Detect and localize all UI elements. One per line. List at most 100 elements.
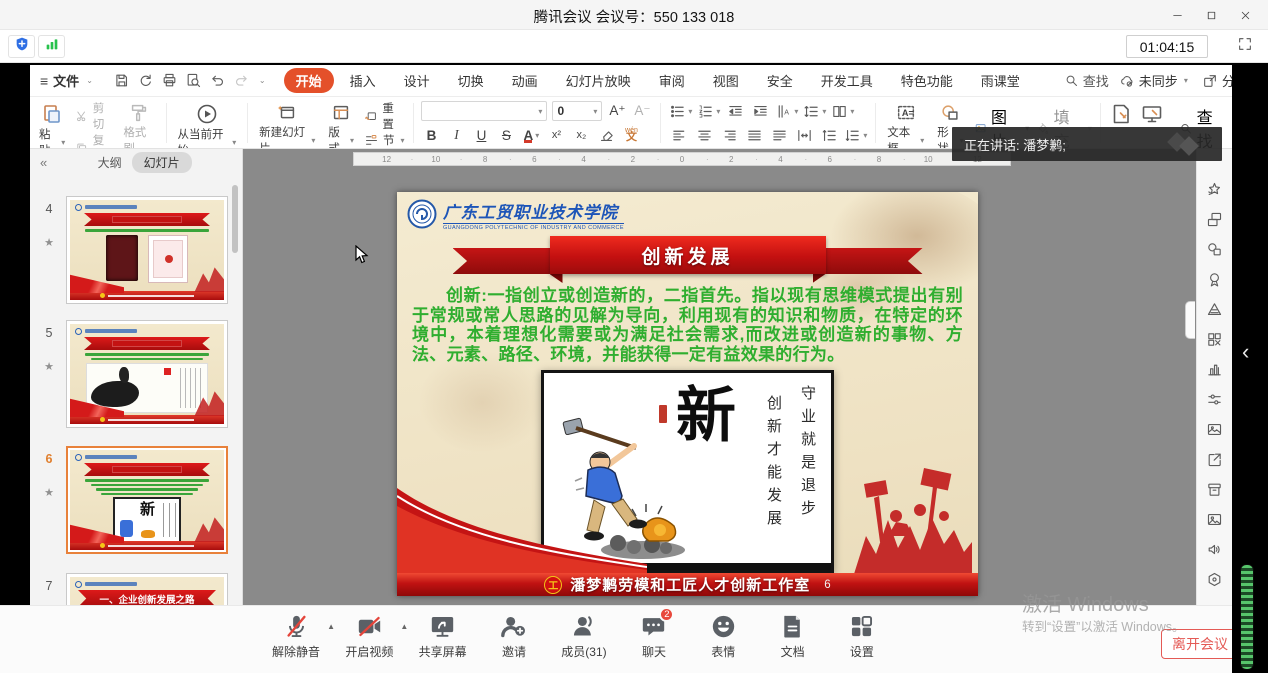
plugin-icon[interactable] xyxy=(1206,571,1223,588)
text-direction-button[interactable]: A▾ xyxy=(775,101,798,121)
char-spacing-button[interactable] xyxy=(794,125,814,145)
space-before-button[interactable] xyxy=(819,125,839,145)
font-name-select[interactable]: ▾ xyxy=(421,101,547,121)
options-expander-icon[interactable]: ▲ xyxy=(327,622,335,631)
cloud-sync-button[interactable]: 未同步▾ xyxy=(1119,71,1188,90)
slide-thumbnail-4[interactable] xyxy=(66,196,228,304)
slide-thumbnail-7[interactable]: 一、企业创新发展之路 xyxy=(66,573,228,605)
close-button[interactable] xyxy=(1228,0,1262,30)
decrease-font-button[interactable]: A⁻ xyxy=(632,101,652,121)
print-icon[interactable] xyxy=(161,72,178,89)
italic-button[interactable]: I xyxy=(446,125,466,145)
tab-特色功能[interactable]: 特色功能 xyxy=(889,68,965,93)
tab-动画[interactable]: 动画 xyxy=(500,68,550,93)
section-button[interactable]: 节▾ xyxy=(364,132,405,148)
tab-审阅[interactable]: 审阅 xyxy=(647,68,697,93)
undo-icon[interactable] xyxy=(209,72,226,89)
tab-安全[interactable]: 安全 xyxy=(755,68,805,93)
tab-切换[interactable]: 切换 xyxy=(446,68,496,93)
subscript-button[interactable]: x₂ xyxy=(571,125,591,145)
tab-开发工具[interactable]: 开发工具 xyxy=(809,68,885,93)
save-icon[interactable] xyxy=(113,72,130,89)
font-color-button[interactable]: A▾ xyxy=(521,125,541,145)
tab-插入[interactable]: 插入 xyxy=(338,68,388,93)
columns-button[interactable]: ▾ xyxy=(831,101,854,121)
picture-icon[interactable] xyxy=(1206,511,1223,528)
tab-雨课堂[interactable]: 雨课堂 xyxy=(969,68,1032,93)
network-quality-button[interactable] xyxy=(38,35,65,58)
sound-icon[interactable] xyxy=(1206,541,1223,558)
underline-button[interactable]: U xyxy=(471,125,491,145)
shapes-icon[interactable] xyxy=(1206,241,1223,258)
align-right-button[interactable] xyxy=(719,125,739,145)
chart-icon[interactable] xyxy=(1206,361,1223,378)
image-library-icon[interactable] xyxy=(1206,421,1223,438)
options-expander-icon[interactable]: ▲ xyxy=(400,622,408,631)
file-menu[interactable]: ≡ 文件 ⌄ xyxy=(40,71,93,90)
slide-switch-icon[interactable] xyxy=(1206,211,1223,228)
slide-thumbnail-5[interactable] xyxy=(66,320,228,428)
ai-beautify-icon[interactable] xyxy=(1206,181,1223,198)
paste-button[interactable]: 粘贴▾ xyxy=(36,100,68,146)
tab-slides[interactable]: 幻灯片 xyxy=(132,152,192,173)
medal-icon[interactable] xyxy=(1206,271,1223,288)
strikethrough-button[interactable]: S xyxy=(496,125,516,145)
thumbnail-scrollbar[interactable] xyxy=(232,185,238,253)
slide-canvas[interactable]: 广东工贸职业技术学院 GUANGDONG POLYTECHNIC OF INDU… xyxy=(397,192,978,596)
pane-handle[interactable] xyxy=(1185,301,1195,339)
increase-font-button[interactable]: A⁺ xyxy=(607,101,627,121)
invite-button[interactable]: 邀请 xyxy=(492,613,536,660)
unmute-button[interactable]: 解除静音▲ xyxy=(272,613,320,660)
distribute-button[interactable] xyxy=(769,125,789,145)
start-video-button[interactable]: 开启视频▲ xyxy=(345,613,393,660)
reset-slide-button[interactable]: 重置 xyxy=(364,100,405,132)
undo-history-icon[interactable] xyxy=(137,72,154,89)
tab-视图[interactable]: 视图 xyxy=(701,68,751,93)
chat-button[interactable]: 2聊天 xyxy=(632,613,676,660)
cut-button[interactable]: 剪切 xyxy=(75,100,113,132)
security-shield-button[interactable] xyxy=(8,35,35,58)
docs-button[interactable]: 文档 xyxy=(771,613,815,660)
print-preview-icon[interactable] xyxy=(185,72,202,89)
pinyin-guide-button[interactable]: wén文 xyxy=(621,125,641,145)
superscript-button[interactable]: x² xyxy=(546,125,566,145)
material-box-icon[interactable] xyxy=(1206,481,1223,498)
space-after-button[interactable]: ▾ xyxy=(844,125,867,145)
panel-collapse-chevron[interactable]: ‹ xyxy=(1242,341,1249,363)
bold-button[interactable]: B xyxy=(421,125,441,145)
clear-format-button[interactable] xyxy=(596,125,616,145)
share-screen-button[interactable]: 共享屏幕 xyxy=(419,613,467,660)
numbered-list-button[interactable]: ▾ xyxy=(697,101,720,121)
align-left-button[interactable] xyxy=(669,125,689,145)
justify-button[interactable] xyxy=(744,125,764,145)
layout-button[interactable]: 版式▾ xyxy=(325,100,357,146)
copy-button[interactable]: 复制 xyxy=(75,132,113,149)
new-slide-button[interactable]: 新建幻灯片▾ xyxy=(256,100,318,146)
maximize-button[interactable] xyxy=(1194,0,1228,30)
play-from-current-button[interactable]: 从当前开始▾ xyxy=(174,100,239,146)
collapse-panel-button[interactable]: « xyxy=(40,155,47,170)
slide-thumbnail-6[interactable]: 新 xyxy=(66,446,228,554)
tab-开始[interactable]: 开始 xyxy=(284,68,334,93)
members-button[interactable]: 成员(31) xyxy=(561,613,606,660)
align-center-button[interactable] xyxy=(694,125,714,145)
bullet-list-button[interactable]: ▾ xyxy=(669,101,692,121)
smartart-icon[interactable] xyxy=(1206,301,1223,318)
tab-幻灯片放映[interactable]: 幻灯片放映 xyxy=(554,68,643,93)
export-icon[interactable] xyxy=(1206,451,1223,468)
tab-设计[interactable]: 设计 xyxy=(392,68,442,93)
adjust-icon[interactable] xyxy=(1206,391,1223,408)
textbox-button[interactable]: A= 文本框▾ xyxy=(884,100,927,146)
font-size-select[interactable]: 0▾ xyxy=(552,101,602,121)
decrease-indent-button[interactable] xyxy=(725,101,745,121)
find-command-button[interactable]: 查找 xyxy=(1064,71,1109,90)
emoji-button[interactable]: 表情 xyxy=(701,613,745,660)
apps-grid-icon[interactable] xyxy=(1206,331,1223,348)
fullscreen-button[interactable] xyxy=(1233,35,1257,58)
increase-indent-button[interactable] xyxy=(750,101,770,121)
customize-quickbar-icon[interactable]: ⌄ xyxy=(259,76,266,85)
line-spacing-button[interactable]: ▾ xyxy=(803,101,826,121)
format-painter-button[interactable]: 格式刷 xyxy=(120,100,157,146)
tab-outline[interactable]: 大纲 xyxy=(98,154,122,171)
redo-icon[interactable] xyxy=(233,72,250,89)
